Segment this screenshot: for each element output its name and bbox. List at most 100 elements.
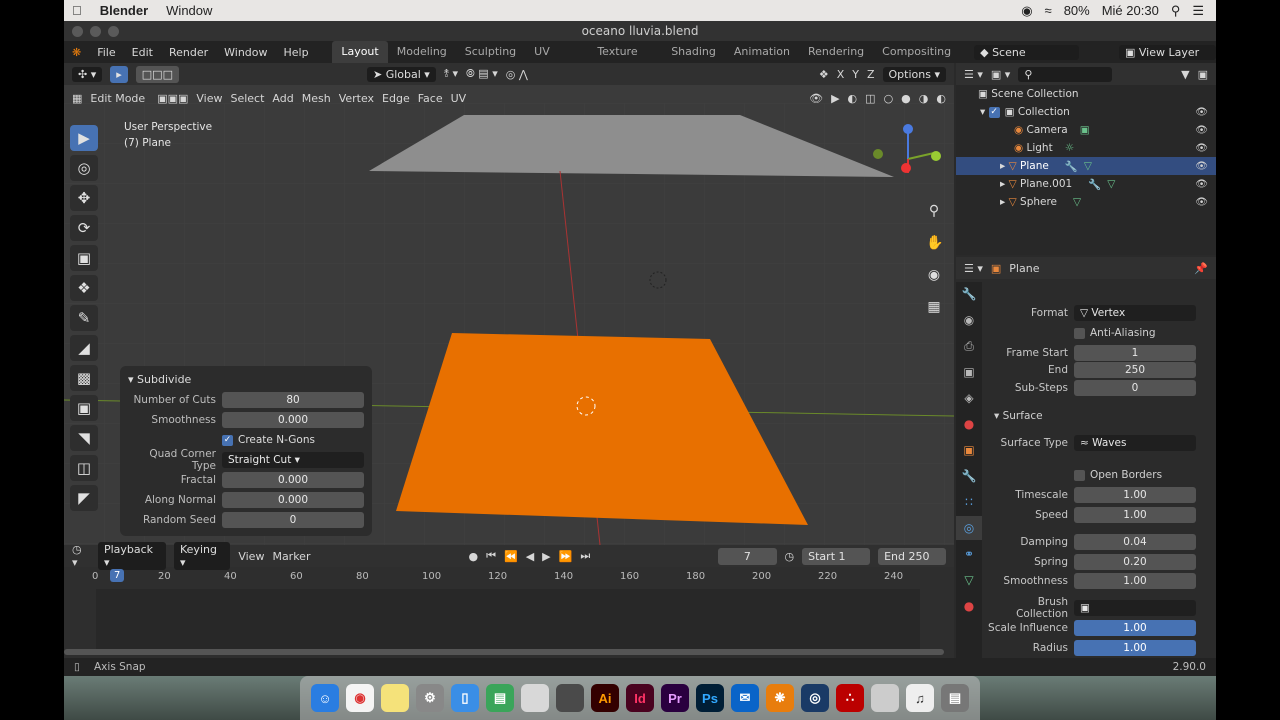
orientation-dropdown[interactable]: ➤ Global ▾ [366,66,436,82]
tab-sculpting[interactable]: Sculpting [456,41,525,63]
expand-icon[interactable]: ▾ [980,106,989,118]
start-frame-field[interactable]: Start 1 [802,547,871,565]
radius-field[interactable]: 1.00 [1074,640,1196,656]
material-tab-icon[interactable]: ● [956,594,982,618]
record-key-icon[interactable]: ● [468,550,478,563]
frame-start-field[interactable]: 1 [1074,345,1196,361]
premiere-icon[interactable]: Pr [661,684,689,712]
light-data-icon[interactable]: ☼ [1065,142,1074,154]
timeline-tracks[interactable] [96,589,920,649]
zoom-icon-nav[interactable]: ⚲ [926,195,942,227]
object-tab-icon[interactable]: ▣ [956,438,982,462]
along-normal-field[interactable]: 0.000 [222,492,364,508]
scene-tab-icon[interactable]: ◈ [956,386,982,410]
menu-list-icon[interactable]: ☰ [1192,3,1204,19]
record-icon[interactable]: ◉ [1021,3,1032,19]
outliner-item-light[interactable]: ◉ Light ☼ 👁 [956,139,1216,157]
overlay-icon[interactable]: ◐ [848,92,858,105]
knife-tool-icon[interactable]: ◤ [70,485,98,511]
next-key-icon[interactable]: ⏩ [559,550,573,563]
ortho-grid-icon[interactable]: ▦ [926,291,942,323]
photo-app-icon[interactable] [556,684,584,712]
extrude-tool-icon[interactable]: ▩ [70,365,98,391]
smoothness-field[interactable]: 0.000 [222,412,364,428]
speed-field[interactable]: 1.00 [1074,507,1196,523]
sub-steps-field[interactable]: 0 [1074,380,1196,396]
vertex-select-icon[interactable]: ▣▣▣ [157,92,188,105]
mesh-data-icon[interactable]: ▽ [1084,160,1092,172]
expand-icon[interactable]: ▸ [1000,178,1009,190]
menu-face[interactable]: Face [418,92,443,105]
battery-text[interactable]: 80% [1064,3,1090,18]
wrench-icon[interactable]: 🔧 [1088,178,1101,191]
tab-modeling[interactable]: Modeling [388,41,456,63]
marker-menu[interactable]: Marker [272,550,310,563]
new-collection-icon[interactable]: ▣ [1198,68,1208,81]
outliner-item-camera[interactable]: ◉ Camera ▣ 👁 [956,121,1216,139]
output-tab-icon[interactable]: ⎙ [956,334,982,358]
menu-edge[interactable]: Edge [382,92,410,105]
collection-checkbox[interactable]: ✓ [988,106,1000,118]
transform-tool-icon[interactable]: ❖ [70,275,98,301]
end-frame-field[interactable]: End 250 [878,547,946,565]
indesign-icon[interactable]: Id [626,684,654,712]
particles-tab-icon[interactable]: ∷ [956,490,982,514]
scale-tool-icon[interactable]: ▣ [70,245,98,271]
tool-tab-icon[interactable]: 🔧 [956,282,982,306]
keynote-icon[interactable]: ▯ [451,684,479,712]
modifier-tab-icon[interactable]: 🔧 [956,464,982,488]
anti-aliasing-checkbox[interactable] [1074,327,1085,339]
axis-x[interactable]: X [837,68,845,81]
surface-type-dropdown[interactable]: ≈ Waves [1074,435,1196,451]
mesh-data-icon[interactable]: ▽ [1073,196,1081,208]
menu-select[interactable]: Select [230,92,264,105]
menu-add[interactable]: Add [272,92,293,105]
filter-icon[interactable]: ▼ [1181,68,1189,81]
cursor-tool-icon[interactable]: ◎ [70,155,98,181]
tab-texture-paint[interactable]: Texture Paint [588,41,662,80]
preview-icon[interactable] [521,684,549,712]
expand-icon[interactable]: ▸ [1000,196,1009,208]
snap-icon[interactable]: ⦾ ▤ ▾ [466,67,498,81]
shading-wire-icon[interactable]: ○ [884,92,894,105]
play-reverse-icon[interactable]: ◀ [526,550,534,563]
pin-icon[interactable]: 📌 [1194,262,1208,275]
timeline-editor-icon[interactable]: ◷ ▾ [72,543,90,569]
menu-mesh[interactable]: Mesh [302,92,331,105]
axis-y[interactable]: Y [852,68,859,81]
surface-panel-header[interactable]: ▾ Surface [984,407,1216,425]
brush-collection-field[interactable]: ▣ [1074,600,1196,616]
tab-layout[interactable]: Layout [332,41,388,63]
expand-icon[interactable]: ▸ [1000,160,1009,172]
scale-influence-field[interactable]: 1.00 [1074,620,1196,636]
notes-icon[interactable] [381,684,409,712]
blender-logo-icon[interactable]: ❋ [64,46,89,59]
outliner-item-plane-001[interactable]: ▸ ▽ Plane.001 🔧 ▽ 👁 [956,175,1216,193]
system-preferences-icon[interactable]: ⚙ [416,684,444,712]
tab-rendering[interactable]: Rendering [799,41,873,63]
damping-field[interactable]: 0.04 [1074,534,1196,550]
outliner-item-sphere[interactable]: ▸ ▽ Sphere ▽ 👁 [956,193,1216,211]
bevel-tool-icon[interactable]: ◥ [70,425,98,451]
wrench-icon[interactable]: 🔧 [1065,160,1078,173]
menu-view[interactable]: View [196,92,222,105]
numbers-icon[interactable]: ▤ [486,684,514,712]
menu-help[interactable]: Help [276,46,317,59]
jump-start-icon[interactable]: ⏮ [486,549,496,563]
prev-key-icon[interactable]: ⏪ [504,550,518,563]
zoom-icon[interactable] [108,26,119,37]
options-dropdown[interactable]: Options ▾ [882,66,946,82]
proportional-edit-icon[interactable]: ◎ ⋀ [506,68,528,81]
mesh-data-icon[interactable]: ▽ [1107,178,1115,190]
keying-menu[interactable]: Keying ▾ [174,542,231,570]
outlook-icon[interactable]: ✉ [731,684,759,712]
constraints-tab-icon[interactable]: ⚭ [956,542,982,566]
timeline-view-menu[interactable]: View [238,550,264,563]
tab-uv-editing[interactable]: UV Editing [525,41,588,80]
trash-icon[interactable]: ▤ [941,684,969,712]
outliner-item-plane[interactable]: ▸ ▽ Plane 🔧 ▽ 👁 [956,157,1216,175]
mode-dropdown[interactable]: Edit Mode [90,92,145,105]
shading-solid-icon[interactable]: ● [901,92,911,105]
inset-tool-icon[interactable]: ▣ [70,395,98,421]
smoothness-prop-field[interactable]: 1.00 [1074,573,1196,589]
